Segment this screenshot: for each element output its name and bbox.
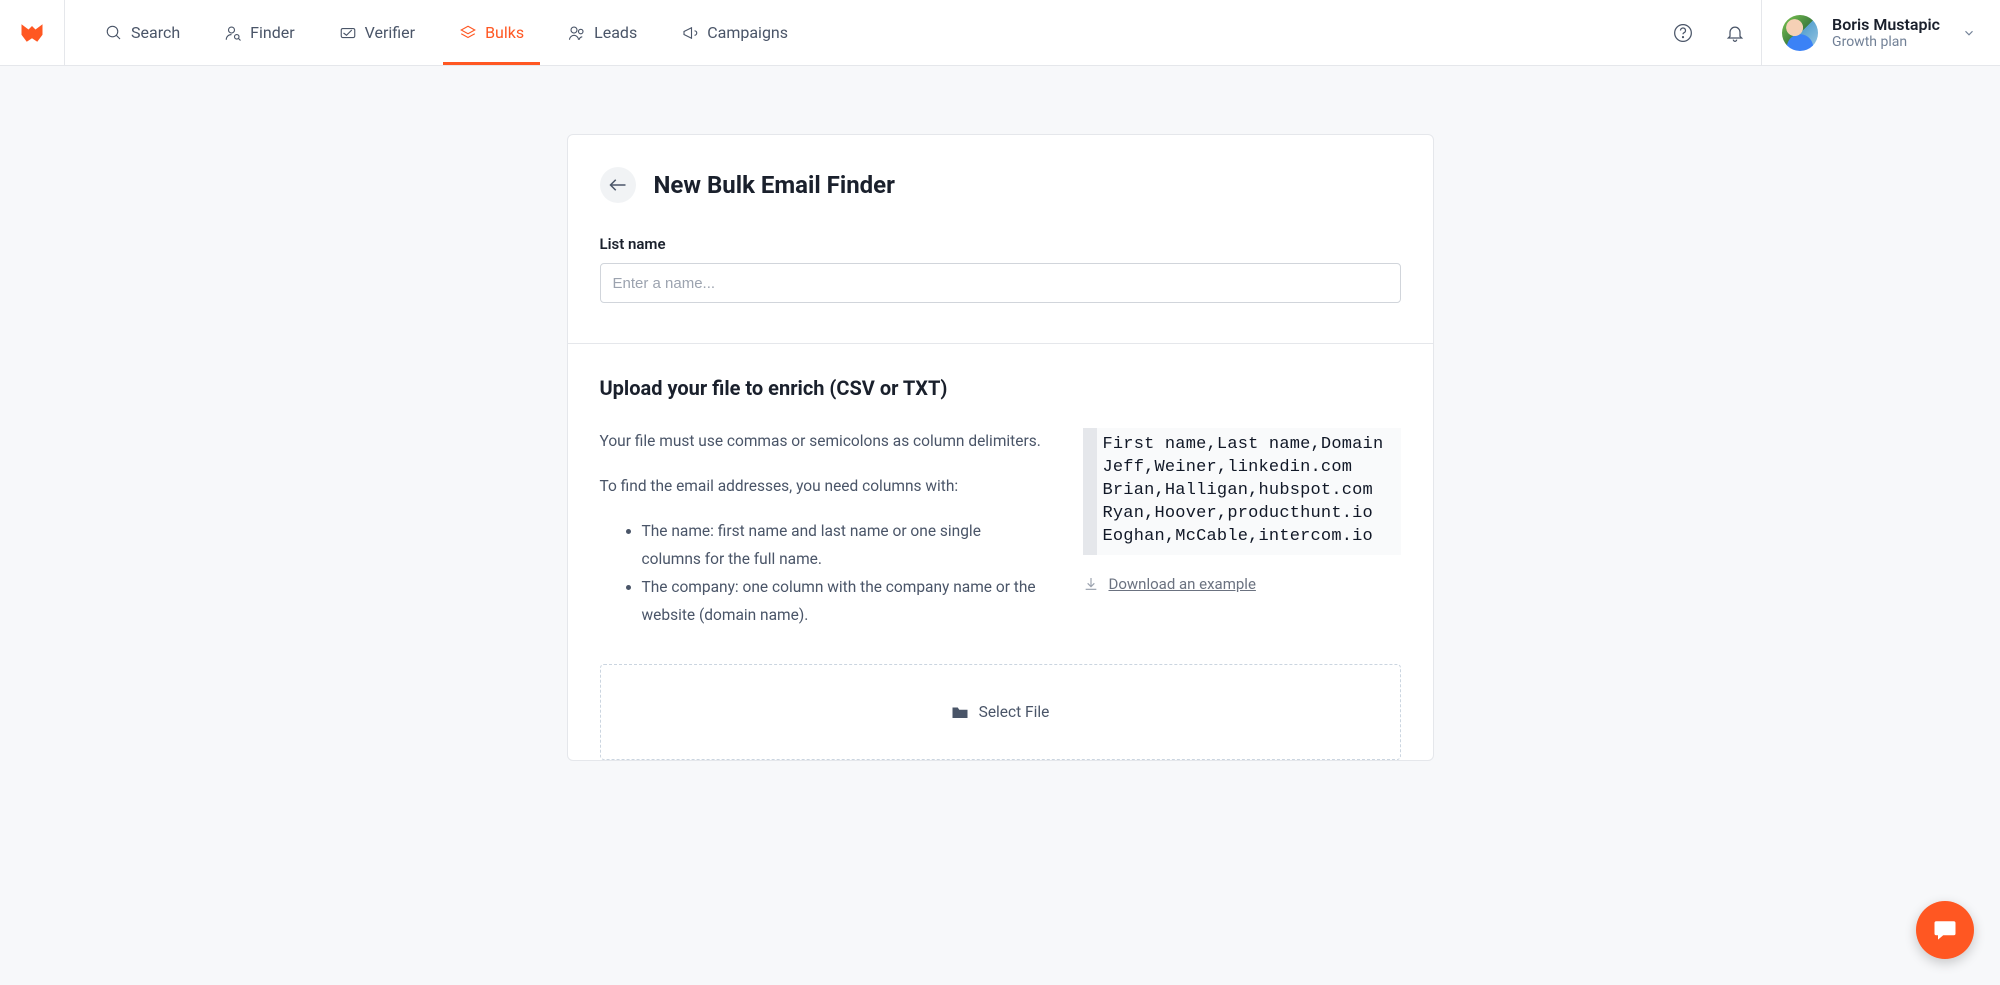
nav-bulks[interactable]: Bulks [443,0,540,65]
chat-widget-button[interactable] [1916,901,1974,959]
chat-icon [1931,916,1959,944]
nav-label: Search [131,23,180,42]
users-icon [568,24,586,42]
example-column: First name,Last name,Domain Jeff,Weiner,… [1083,428,1401,630]
nav-verifier[interactable]: Verifier [323,0,431,65]
arrow-left-icon [609,178,627,192]
instructions-row: Your file must use commas or semicolons … [600,428,1401,630]
megaphone-icon [681,24,699,42]
avatar [1782,15,1818,51]
nav-search[interactable]: Search [89,0,196,65]
back-button[interactable] [600,167,636,203]
example-code: First name,Last name,Domain Jeff,Weiner,… [1083,428,1401,555]
main-nav: Search Finder Verifier Bulks Leads Campa… [65,0,816,65]
fox-logo-icon [18,19,46,47]
user-menu[interactable]: Boris Mustapic Growth plan [1761,0,2000,65]
person-search-icon [224,24,242,42]
layers-icon [459,24,477,42]
nav-label: Leads [594,23,637,42]
bullet-name: The name: first name and last name or on… [642,518,1043,574]
user-meta: Boris Mustapic Growth plan [1832,15,1940,51]
chevron-down-icon [1962,26,1976,40]
search-icon [105,24,123,42]
card-header: New Bulk Email Finder [568,167,1433,235]
download-example-link[interactable]: Download an example [1083,575,1401,593]
folder-open-icon [951,704,969,720]
nav-campaigns[interactable]: Campaigns [665,0,804,65]
nav-label: Verifier [365,23,415,42]
user-plan: Growth plan [1832,34,1940,51]
upload-heading: Upload your file to enrich (CSV or TXT) [600,376,1401,400]
page-title: New Bulk Email Finder [654,171,895,199]
nav-label: Campaigns [707,23,788,42]
nav-finder[interactable]: Finder [208,0,311,65]
list-name-label: List name [600,235,1401,253]
card: New Bulk Email Finder List name Upload y… [567,134,1434,761]
nav-label: Finder [250,23,295,42]
select-file-label: Select File [979,703,1050,721]
mail-check-icon [339,24,357,42]
upload-section: Upload your file to enrich (CSV or TXT) … [568,344,1433,760]
nav-leads[interactable]: Leads [552,0,653,65]
list-name-section: List name [568,235,1433,343]
user-name: Boris Mustapic [1832,15,1940,34]
main: New Bulk Email Finder List name Upload y… [0,66,2000,761]
header-right: Boris Mustapic Growth plan [1657,0,2000,65]
bullet-company: The company: one column with the company… [642,574,1043,630]
list-name-input[interactable] [600,263,1401,303]
instr-bullets: The name: first name and last name or on… [600,518,1043,630]
nav-label: Bulks [485,23,524,42]
instr-delimiters: Your file must use commas or semicolons … [600,428,1043,455]
notifications-button[interactable] [1709,0,1761,65]
help-icon [1673,23,1693,43]
bell-icon [1725,23,1745,43]
download-icon [1083,576,1099,592]
logo[interactable] [0,0,65,65]
app-header: Search Finder Verifier Bulks Leads Campa… [0,0,2000,66]
instructions-text: Your file must use commas or semicolons … [600,428,1043,630]
download-example-label: Download an example [1109,575,1256,593]
file-dropzone[interactable]: Select File [600,664,1401,760]
help-button[interactable] [1657,0,1709,65]
instr-columns-intro: To find the email addresses, you need co… [600,473,1043,500]
